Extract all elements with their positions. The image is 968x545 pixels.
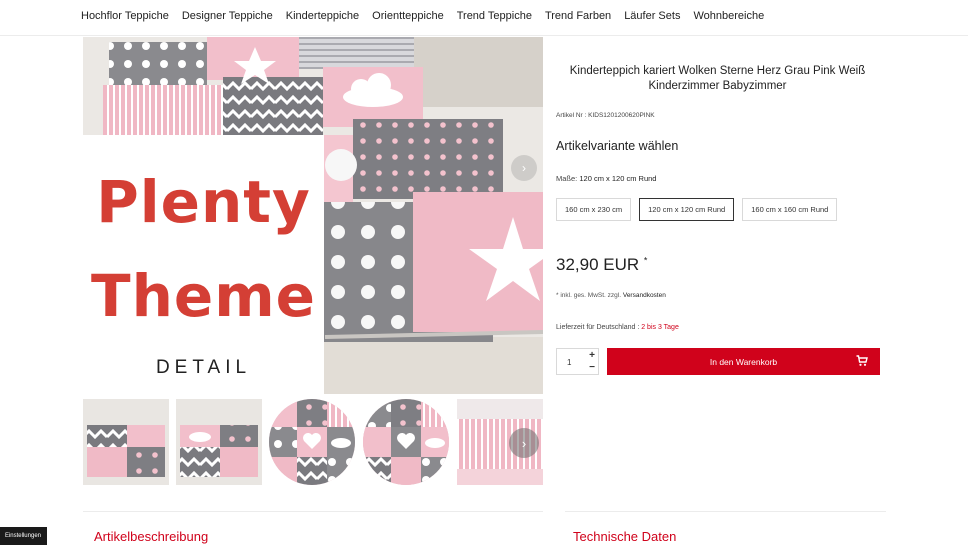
vat-prefix: * inkl. ges. MwSt. zzgl.	[556, 292, 622, 299]
price-value: 32,90 EUR	[556, 255, 640, 274]
vat-note: * inkl. ges. MwSt. zzgl. Versandkosten	[556, 292, 666, 299]
size-option-button[interactable]: 120 cm x 120 cm Rund	[639, 198, 735, 221]
thumbnail-2[interactable]	[176, 399, 262, 485]
nav-list: Hochflor Teppiche Designer Teppiche Kinder…	[81, 10, 764, 22]
delivery-time: Lieferzeit für Deutschland : 2 bis 3 Tag…	[556, 324, 679, 331]
nav-item[interactable]: Wohnbereiche	[693, 10, 764, 22]
promo-title-line1: Plenty	[96, 168, 311, 236]
price-footnote-mark: *	[643, 255, 648, 266]
product-price: 32,90 EUR *	[556, 255, 647, 275]
top-navigation: Hochflor Teppiche Designer Teppiche Kinder…	[0, 0, 968, 36]
cookie-settings-button[interactable]: Einstellungen	[0, 527, 47, 545]
divider-left	[83, 511, 543, 512]
thumbnail-1[interactable]	[83, 399, 169, 485]
nav-item[interactable]: Trend Teppiche	[457, 10, 532, 22]
nav-item[interactable]: Kinderteppiche	[286, 10, 359, 22]
delivery-prefix: Lieferzeit für Deutschland :	[556, 324, 640, 331]
thumbnail-4[interactable]	[363, 399, 449, 485]
product-title: Kinderteppich kariert Wolken Sterne Herz…	[569, 65, 866, 92]
size-label-value: 120 cm x 120 cm Rund	[579, 174, 657, 183]
section-technical-heading[interactable]: Technische Daten	[573, 529, 676, 544]
delivery-time-value: 2 bis 3 Tage	[641, 324, 679, 331]
nav-item[interactable]: Läufer Sets	[624, 10, 680, 22]
add-to-cart-button[interactable]: In den Warenkorb	[607, 348, 880, 375]
size-label: Maße: 120 cm x 120 cm Rund	[556, 174, 656, 183]
nav-item[interactable]: Trend Farben	[545, 10, 611, 22]
size-options: 160 cm x 230 cm 120 cm x 120 cm Rund 160 c…	[556, 198, 838, 221]
section-description-heading[interactable]: Artikelbeschreibung	[94, 529, 208, 544]
nav-item[interactable]: Designer Teppiche	[182, 10, 273, 22]
quantity-stepper[interactable]: 1 + −	[556, 348, 599, 375]
promo-title-line2: Theme	[91, 262, 316, 330]
thumbnail-3[interactable]	[269, 399, 355, 485]
cart-icon	[856, 355, 868, 366]
thumbnail-next-arrow-icon[interactable]: ›	[509, 428, 539, 458]
size-option-button[interactable]: 160 cm x 160 cm Rund	[742, 198, 838, 221]
thumbnail-strip: ›	[83, 399, 543, 485]
size-option-button[interactable]: 160 cm x 230 cm	[556, 198, 632, 221]
plus-icon[interactable]: +	[586, 350, 598, 362]
nav-item[interactable]: Hochflor Teppiche	[81, 10, 169, 22]
divider-right	[565, 511, 886, 512]
size-label-prefix: Maße:	[556, 174, 578, 183]
shipping-costs-link[interactable]: Versandkosten	[623, 292, 666, 299]
article-number: Artikel Nr : KIDS1201200620PINK	[556, 112, 655, 119]
minus-icon[interactable]: −	[586, 362, 598, 374]
promo-subtitle: DETAIL	[155, 357, 252, 378]
theme-promo-card: Plenty Theme DETAIL	[83, 135, 324, 395]
nav-item[interactable]: Orientteppiche	[372, 10, 444, 22]
image-next-arrow-icon[interactable]: ›	[511, 155, 537, 181]
quantity-input[interactable]: 1	[567, 358, 571, 367]
variant-heading: Artikelvariante wählen	[556, 139, 679, 153]
add-to-cart-label: In den Warenkorb	[709, 356, 778, 367]
